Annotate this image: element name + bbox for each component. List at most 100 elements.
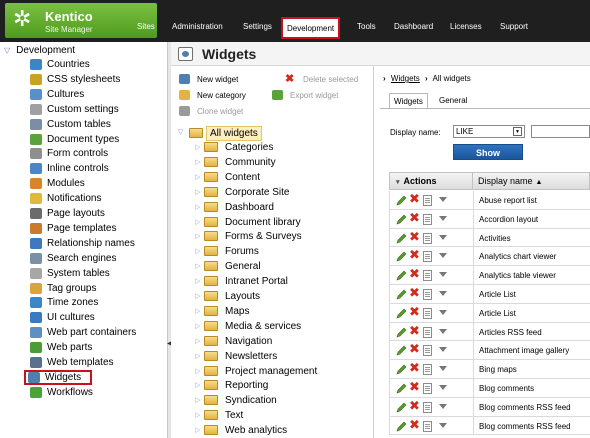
expand-icon[interactable]: ▷ bbox=[195, 218, 200, 226]
delete-icon[interactable]: ✖ bbox=[409, 231, 420, 244]
expand-icon[interactable]: ▷ bbox=[195, 337, 200, 345]
chevron-down-icon[interactable] bbox=[439, 234, 447, 240]
menu-support[interactable]: Support bbox=[500, 22, 528, 31]
delete-icon[interactable]: ✖ bbox=[409, 381, 420, 394]
chevron-down-icon[interactable] bbox=[439, 215, 447, 221]
clone-icon[interactable] bbox=[423, 307, 432, 319]
delete-icon[interactable]: ✖ bbox=[409, 306, 420, 319]
chevron-down-icon[interactable] bbox=[439, 403, 447, 409]
delete-icon[interactable]: ✖ bbox=[409, 325, 420, 338]
chevron-down-icon[interactable] bbox=[439, 197, 447, 202]
expand-icon[interactable]: ▷ bbox=[195, 426, 200, 434]
chevron-down-icon[interactable] bbox=[439, 347, 447, 353]
chevron-down-icon[interactable] bbox=[439, 366, 447, 372]
breadcrumb-link-widgets[interactable]: Widgets bbox=[391, 74, 420, 83]
expand-icon[interactable]: ▷ bbox=[195, 367, 200, 375]
collapse-icon[interactable]: ▽ bbox=[4, 46, 10, 55]
clone-icon[interactable] bbox=[423, 364, 432, 376]
tree-item-label: Tag groups bbox=[47, 282, 97, 294]
expand-icon[interactable]: ▷ bbox=[195, 411, 200, 419]
edit-icon[interactable] bbox=[396, 233, 407, 244]
edit-icon[interactable] bbox=[396, 327, 407, 338]
edit-icon[interactable] bbox=[396, 289, 407, 300]
clone-icon[interactable] bbox=[423, 270, 432, 282]
chevron-down-icon[interactable] bbox=[439, 422, 447, 428]
delete-icon[interactable]: ✖ bbox=[409, 212, 420, 225]
menu-sites[interactable]: Sites bbox=[137, 22, 155, 31]
clone-icon[interactable] bbox=[423, 195, 432, 206]
edit-icon[interactable] bbox=[396, 364, 407, 375]
chevron-down-icon[interactable] bbox=[439, 385, 447, 390]
delete-icon[interactable]: ✖ bbox=[409, 343, 420, 356]
edit-icon[interactable] bbox=[396, 402, 407, 413]
clone-icon[interactable] bbox=[423, 383, 432, 394]
expand-icon[interactable]: ▷ bbox=[195, 188, 200, 196]
delete-icon[interactable]: ✖ bbox=[409, 268, 420, 281]
category-label: Community bbox=[225, 156, 276, 168]
expand-icon[interactable]: ▷ bbox=[195, 352, 200, 360]
expand-icon[interactable]: ▷ bbox=[195, 292, 200, 300]
menu-tools[interactable]: Tools bbox=[357, 22, 376, 31]
show-button[interactable]: Show bbox=[453, 144, 523, 160]
delete-icon[interactable]: ✖ bbox=[409, 249, 420, 262]
kentico-logo[interactable]: ✲ Kentico Site Manager bbox=[5, 3, 157, 38]
expand-icon[interactable]: ▷ bbox=[195, 143, 200, 151]
edit-icon[interactable] bbox=[396, 345, 407, 356]
clone-icon[interactable] bbox=[423, 420, 432, 432]
tree-root-development[interactable]: ▽ Development bbox=[4, 45, 75, 56]
tab-widgets[interactable]: Widgets bbox=[389, 93, 428, 109]
tab-general[interactable]: General bbox=[435, 93, 471, 109]
collapse-icon[interactable]: ▽ bbox=[178, 128, 183, 136]
chevron-down-icon[interactable] bbox=[439, 291, 447, 296]
action-label: Delete selected bbox=[303, 75, 359, 84]
search-icon bbox=[30, 252, 42, 264]
menu-dashboard[interactable]: Dashboard bbox=[394, 22, 433, 31]
delete-icon[interactable]: ✖ bbox=[409, 419, 420, 432]
expand-icon[interactable]: ▷ bbox=[195, 232, 200, 240]
menu-administration[interactable]: Administration bbox=[172, 22, 223, 31]
clone-icon[interactable] bbox=[423, 251, 432, 263]
header-actions[interactable]: ▾ Actions bbox=[390, 173, 473, 189]
edit-icon[interactable] bbox=[396, 383, 407, 394]
chevron-down-icon[interactable] bbox=[439, 253, 447, 259]
clone-icon[interactable] bbox=[423, 213, 432, 225]
expand-icon[interactable]: ▷ bbox=[195, 262, 200, 270]
tree-item-label: UI cultures bbox=[47, 312, 95, 324]
expand-icon[interactable]: ▷ bbox=[195, 381, 200, 389]
chevron-down-icon[interactable] bbox=[439, 309, 447, 315]
edit-icon[interactable] bbox=[396, 214, 407, 225]
expand-icon[interactable]: ▷ bbox=[195, 307, 200, 315]
clone-icon[interactable] bbox=[423, 345, 432, 357]
delete-icon[interactable]: ✖ bbox=[409, 287, 420, 300]
menu-development[interactable]: Development bbox=[281, 17, 341, 39]
edit-icon[interactable] bbox=[396, 251, 407, 262]
edit-icon[interactable] bbox=[396, 421, 407, 432]
collapse-icon[interactable]: ▾ bbox=[396, 179, 400, 186]
tree-item-label: Cultures bbox=[47, 88, 85, 100]
expand-icon[interactable]: ▷ bbox=[195, 247, 200, 255]
filter-operator-select[interactable]: LIKE ▼ bbox=[453, 125, 525, 138]
delete-icon[interactable]: ✖ bbox=[409, 362, 420, 375]
expand-icon[interactable]: ▷ bbox=[195, 322, 200, 330]
edit-icon[interactable] bbox=[396, 308, 407, 319]
delete-icon[interactable]: ✖ bbox=[409, 193, 420, 206]
filter-name-input[interactable] bbox=[531, 125, 590, 138]
menu-settings[interactable]: Settings bbox=[243, 22, 272, 31]
expand-icon[interactable]: ▷ bbox=[195, 277, 200, 285]
edit-icon[interactable] bbox=[396, 195, 407, 206]
chevron-down-icon[interactable] bbox=[439, 272, 447, 278]
category-label: Intranet Portal bbox=[225, 276, 288, 288]
chevron-down-icon[interactable] bbox=[439, 328, 447, 334]
edit-icon[interactable] bbox=[396, 270, 407, 281]
expand-icon[interactable]: ▷ bbox=[195, 173, 200, 181]
header-display-name[interactable]: Display name ▲ bbox=[478, 176, 542, 186]
delete-icon[interactable]: ✖ bbox=[409, 400, 420, 413]
clone-icon[interactable] bbox=[423, 232, 432, 244]
expand-icon[interactable]: ▷ bbox=[195, 158, 200, 166]
clone-icon[interactable] bbox=[423, 401, 432, 413]
clone-icon[interactable] bbox=[423, 289, 432, 300]
menu-licenses[interactable]: Licenses bbox=[450, 22, 482, 31]
expand-icon[interactable]: ▷ bbox=[195, 203, 200, 211]
expand-icon[interactable]: ▷ bbox=[195, 396, 200, 404]
clone-icon[interactable] bbox=[423, 326, 432, 338]
